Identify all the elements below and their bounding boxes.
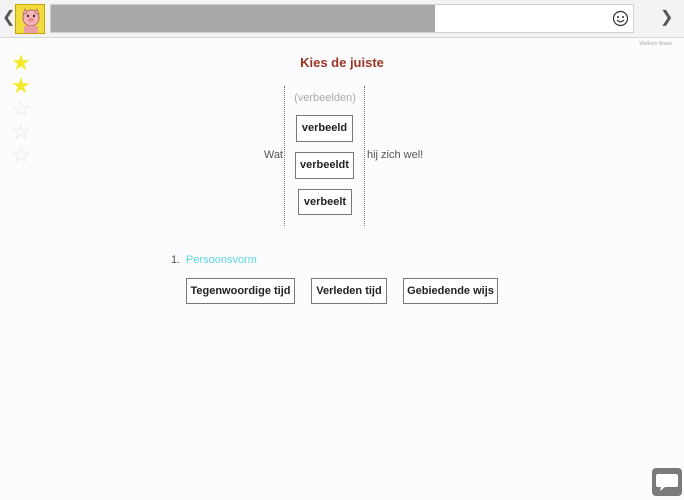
pig-character-icon (16, 5, 44, 33)
welcome-text: Welkom Naam (639, 41, 672, 47)
answer-button-present-tense[interactable]: Tegenwoordige tijd (186, 278, 295, 304)
previous-arrow-icon[interactable]: ❮ (2, 8, 15, 28)
star-empty-icon: ☆ (11, 119, 31, 144)
top-bar: ❮ ❯ (0, 0, 684, 38)
next-arrow-icon[interactable]: ❯ (660, 8, 673, 28)
sentence-end: hij zich wel! (367, 149, 424, 161)
option-button[interactable]: verbeeldt (295, 152, 354, 179)
star-empty-icon: ☆ (11, 142, 31, 167)
answer-button-past-tense[interactable]: Verleden tijd (311, 278, 387, 304)
star-empty-icon: ☆ (11, 96, 31, 121)
exercise-title: Kies de juiste (300, 55, 384, 70)
option-button[interactable]: verbeeld (296, 115, 353, 142)
chat-button[interactable] (652, 468, 682, 496)
progress-fill (51, 5, 436, 32)
speech-bubble-icon (656, 474, 678, 491)
question-number: 1. (171, 254, 181, 266)
question-label[interactable]: Persoonsvorm (186, 254, 257, 266)
sentence-start: Wat (263, 149, 283, 161)
answer-button-imperative[interactable]: Gebiedende wijs (403, 278, 498, 304)
avatar[interactable] (15, 4, 45, 34)
smiley-icon[interactable] (612, 10, 629, 27)
option-button[interactable]: verbeelt (298, 189, 352, 215)
progress-bar (50, 4, 634, 33)
hint-text: (verbeelden) (294, 92, 356, 104)
star-filled-icon: ★ (11, 73, 31, 98)
